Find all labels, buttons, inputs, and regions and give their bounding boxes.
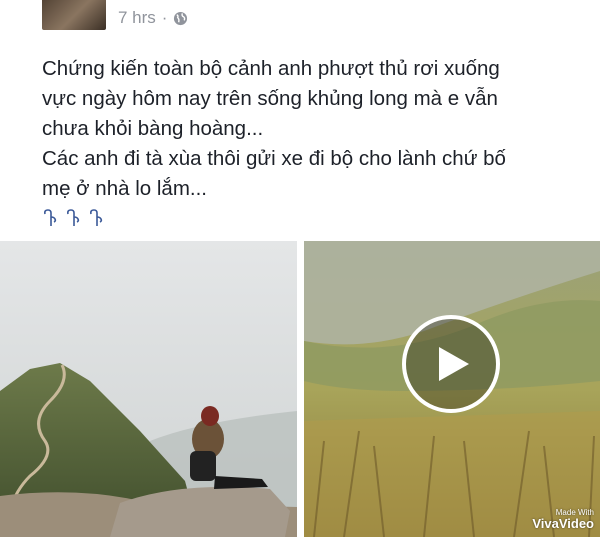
post-text-line: Chứng kiến toàn bộ cảnh anh phượt thủ rơ… <box>42 57 500 80</box>
post-timestamp[interactable]: 7 hrs <box>118 8 156 28</box>
pointing-down-icon <box>44 209 57 226</box>
watermark-brand-text: VivaVideo <box>532 516 594 531</box>
play-button[interactable] <box>402 315 500 413</box>
play-icon <box>439 347 469 381</box>
hiker-on-ridge-photo[interactable] <box>0 241 297 537</box>
emoji-row <box>42 208 582 228</box>
post-media: Made With VivaVideo <box>0 241 600 537</box>
post-meta: 7 hrs · <box>118 6 188 30</box>
facebook-post: 7 hrs · Chứng kiến toàn bộ cảnh anh phượ… <box>0 0 600 537</box>
globe-icon[interactable] <box>173 11 188 26</box>
pointing-down-icon <box>67 209 80 226</box>
pointing-down-icon <box>90 209 103 226</box>
video-thumbnail[interactable]: Made With VivaVideo <box>304 241 600 537</box>
author-avatar[interactable] <box>42 0 106 30</box>
post-text-line: chưa khỏi bàng hoàng... <box>42 117 264 140</box>
post-text-line: Các anh đi tà xùa thôi gửi xe đi bộ cho … <box>42 147 506 170</box>
post-text: Chứng kiến toàn bộ cảnh anh phượt thủ rơ… <box>42 54 582 228</box>
post-text-line: vực ngày hôm nay trên sống khủng long mà… <box>42 87 498 110</box>
vivavideo-watermark: Made With VivaVideo <box>532 508 594 531</box>
meta-separator: · <box>161 8 168 27</box>
post-text-line: mẹ ở nhà lo lắm... <box>42 177 207 200</box>
